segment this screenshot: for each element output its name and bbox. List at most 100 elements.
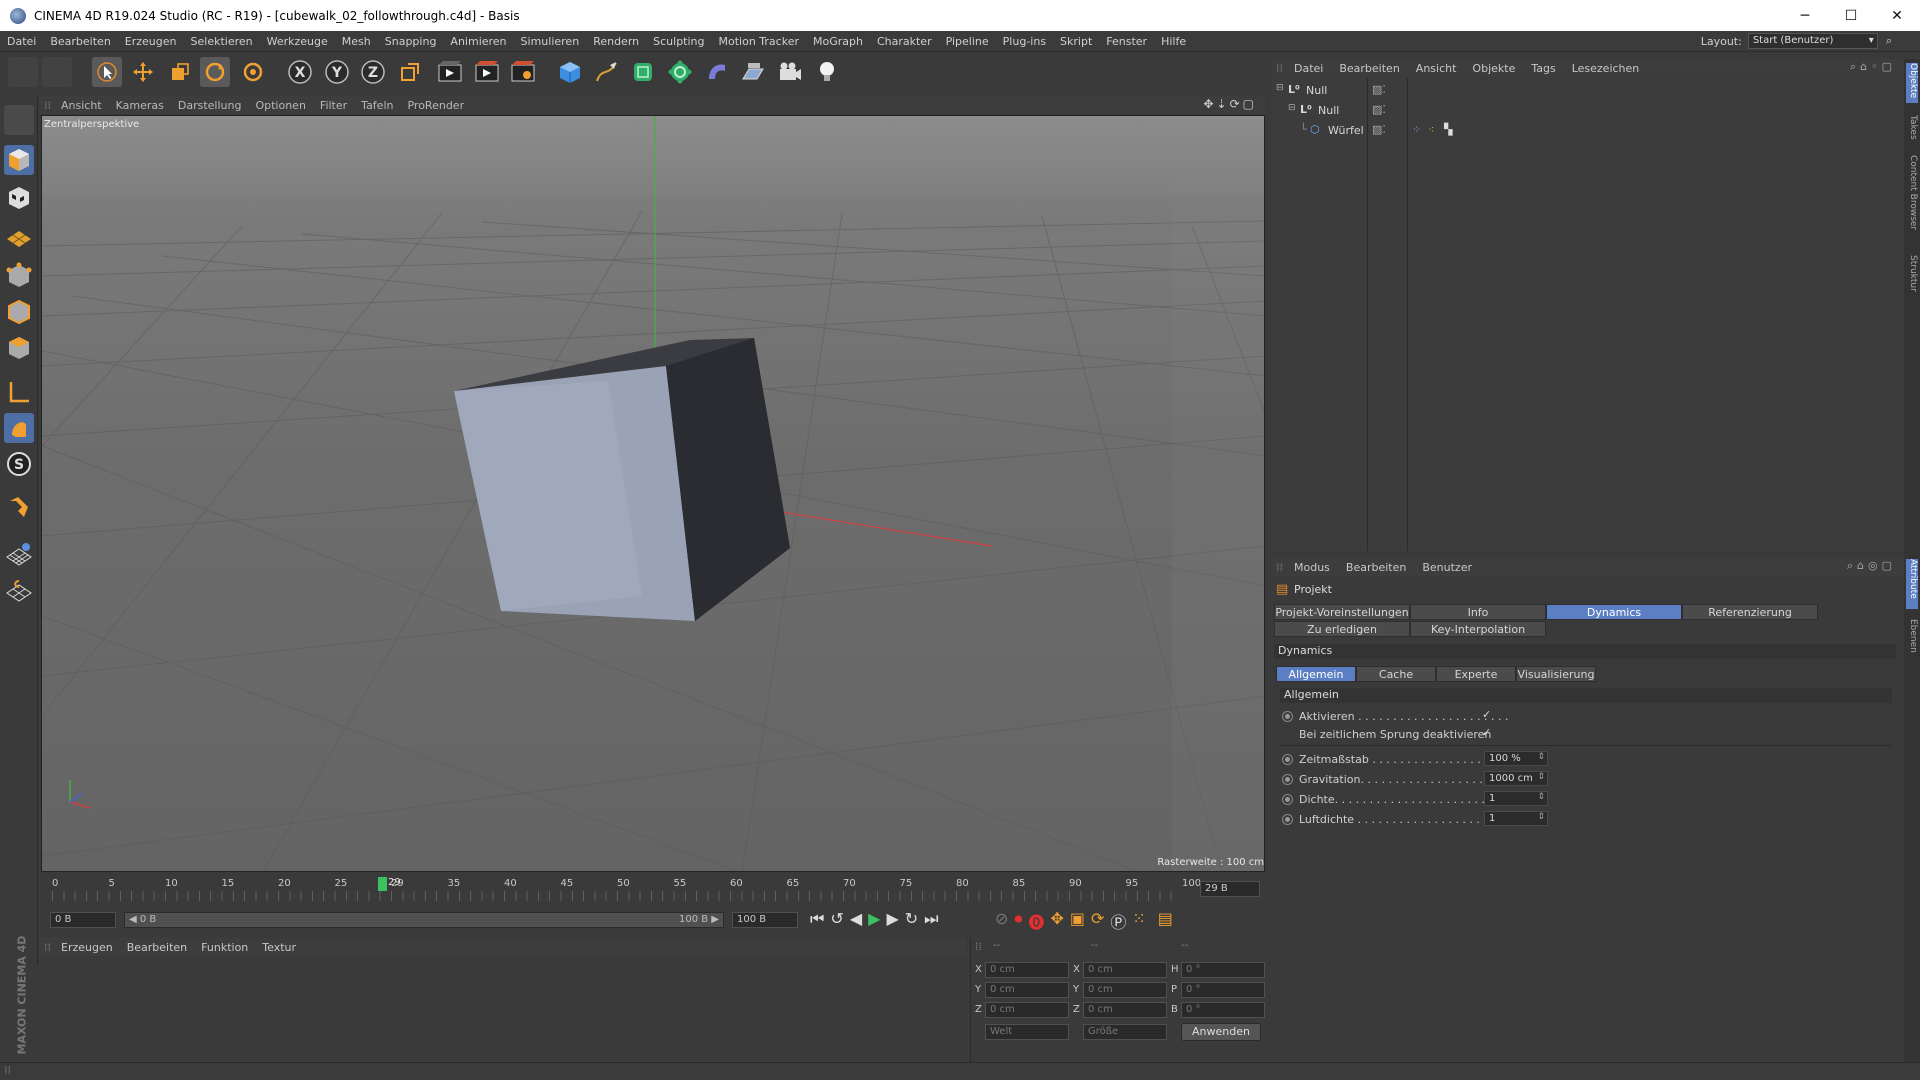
minimize-button[interactable]: ─ [1782,0,1828,31]
deformer-bend-icon[interactable] [702,57,732,87]
menu-skript[interactable]: Skript [1053,35,1099,48]
start-frame-field[interactable]: 0 B [50,912,116,928]
vtab-struktur[interactable]: Struktur [1906,255,1918,301]
end-frame-field[interactable]: 100 B [732,912,798,928]
menu-plugins[interactable]: Plug-ins [996,35,1053,48]
viewport-menu-filter[interactable]: Filter [313,99,354,112]
drag-handle-icon[interactable]: ⁞⁞ [44,941,54,954]
keyframe-scale-icon[interactable]: ▣ [1070,909,1085,933]
tweak-mode-icon[interactable] [4,413,34,443]
tab-referenzierung[interactable]: Referenzierung [1682,604,1818,620]
menu-mesh[interactable]: Mesh [335,35,378,48]
drag-handle-icon[interactable]: ⁞⁞ [1276,62,1286,75]
subtab-cache[interactable]: Cache [1356,666,1436,682]
polygons-mode-icon[interactable] [4,333,34,363]
attribute-menu-benutzer[interactable]: Benutzer [1414,561,1480,574]
object-row[interactable]: ⊟ L⁰ Null ▨⁚ [1272,82,1904,100]
subtab-allgemein[interactable]: Allgemein [1276,666,1356,682]
material-menu-funktion[interactable]: Funktion [194,941,255,954]
menu-snapping[interactable]: Snapping [378,35,444,48]
keyframe-pla-icon[interactable]: ⁙ [1132,909,1145,933]
menu-animieren[interactable]: Animieren [443,35,513,48]
vtab-objekte[interactable]: Objekte [1906,63,1918,103]
dynamics-tag-icon[interactable]: ⁘ [1412,123,1421,136]
tab-key-interpolation[interactable]: Key-Interpolation [1410,621,1546,637]
luftdichte-field[interactable]: 1 [1484,811,1548,826]
collapse-icon[interactable]: ⊟ [1276,83,1284,93]
3d-viewport[interactable] [41,115,1265,872]
light-bulb-icon[interactable] [812,57,842,87]
keyframe-param-icon[interactable]: Ⓟ [1110,909,1126,933]
vtab-content-browser[interactable]: Content Browser [1906,155,1918,245]
object-name[interactable]: Würfel [1328,124,1364,137]
viewport-menu-ansicht[interactable]: Ansicht [54,99,109,112]
coordinate-system-icon[interactable] [395,57,425,87]
menu-datei[interactable]: Datei [0,35,43,48]
animation-radio-icon[interactable] [1282,793,1293,805]
zeitmassstab-field[interactable]: 100 % [1484,751,1548,766]
object-row[interactable]: ⊟ L⁰ Null ▨⁚ [1272,102,1904,120]
vtab-ebenen[interactable]: Ebenen [1906,619,1918,659]
model-mode-icon[interactable] [4,145,34,175]
viewport-navigation-icons[interactable]: ✥⇣⟳▢ [1203,97,1257,111]
texture-tag-icon[interactable]: ▚ [1444,123,1452,136]
size-z-field[interactable]: 0 cm [1083,1002,1167,1018]
current-frame-field[interactable]: 29 B [1200,881,1260,897]
menu-motion-tracker[interactable]: Motion Tracker [712,35,806,48]
go-to-end-icon[interactable]: ⏭ [924,909,938,929]
object-menu-datei[interactable]: Datei [1286,62,1331,75]
rotate-icon[interactable] [200,57,230,87]
workplane-grid-icon[interactable] [4,539,34,569]
visibility-toggle-icon[interactable]: ▨⁚ [1372,123,1386,136]
close-button[interactable]: ✕ [1874,0,1920,31]
material-manager-area[interactable] [40,957,966,1062]
size-mode-select[interactable]: Größe [1083,1024,1167,1040]
camera-icon[interactable] [775,57,805,87]
rotation-b-field[interactable]: 0 ° [1181,1002,1265,1018]
zeitsprung-checkbox[interactable]: ✓ [1482,727,1493,739]
object-menu-ansicht[interactable]: Ansicht [1408,62,1465,75]
tab-dynamics[interactable]: Dynamics [1546,604,1682,620]
timeline-layout-icon[interactable]: ▤ [1158,909,1173,933]
points-mode-icon[interactable] [4,261,34,291]
motion-clip-icon[interactable]: ⊘ [995,909,1008,933]
menu-mograph[interactable]: MoGraph [806,35,870,48]
floor-scene-icon[interactable] [738,57,768,87]
workplane-mode-icon[interactable] [4,221,34,251]
attribute-manager-search-icon[interactable]: ⌕⌂◎▢ [1847,559,1896,573]
menu-charakter[interactable]: Charakter [870,35,939,48]
animation-radio-icon[interactable] [1282,753,1293,765]
size-x-field[interactable]: 0 cm [1083,962,1167,978]
attribute-menu-modus[interactable]: Modus [1286,561,1338,574]
drag-handle-icon[interactable]: ⁞⁞ [1276,561,1286,574]
position-y-field[interactable]: 0 cm [985,982,1069,998]
object-menu-tags[interactable]: Tags [1523,62,1563,75]
animation-radio-icon[interactable] [1282,813,1293,825]
menu-werkzeuge[interactable]: Werkzeuge [260,35,335,48]
redo-icon[interactable] [42,57,72,87]
attribute-menu-bearbeiten[interactable]: Bearbeiten [1338,561,1414,574]
undo-icon[interactable] [8,57,38,87]
tab-info[interactable]: Info [1410,604,1546,620]
subtab-experte[interactable]: Experte [1436,666,1516,682]
edges-mode-icon[interactable] [4,297,34,327]
spline-pen-icon[interactable] [592,57,622,87]
dichte-field[interactable]: 1 [1484,791,1548,806]
object-manager-search-icon[interactable]: ⌕⌂◦▢ [1850,60,1896,74]
keyframe-rotation-icon[interactable]: ⟳ [1091,909,1104,933]
rotation-p-field[interactable]: 0 ° [1181,982,1265,998]
viewport-menu-kameras[interactable]: Kameras [109,99,171,112]
subdivision-surface-icon[interactable] [628,57,658,87]
move-icon[interactable] [128,57,158,87]
render-view-icon[interactable] [435,57,465,87]
axis-mode-icon[interactable] [4,377,34,407]
object-name[interactable]: Null [1318,104,1339,117]
coordinate-space-select[interactable]: Welt [985,1024,1069,1040]
menu-simulieren[interactable]: Simulieren [514,35,587,48]
visibility-toggle-icon[interactable]: ▨⁚ [1372,103,1386,116]
axis-y-lock-icon[interactable]: Y [322,57,352,87]
object-menu-objekte[interactable]: Objekte [1464,62,1523,75]
object-menu-bearbeiten[interactable]: Bearbeiten [1331,62,1407,75]
pose-tag-icon[interactable]: ⁖ [1428,123,1434,136]
animation-radio-icon[interactable] [1282,773,1293,785]
